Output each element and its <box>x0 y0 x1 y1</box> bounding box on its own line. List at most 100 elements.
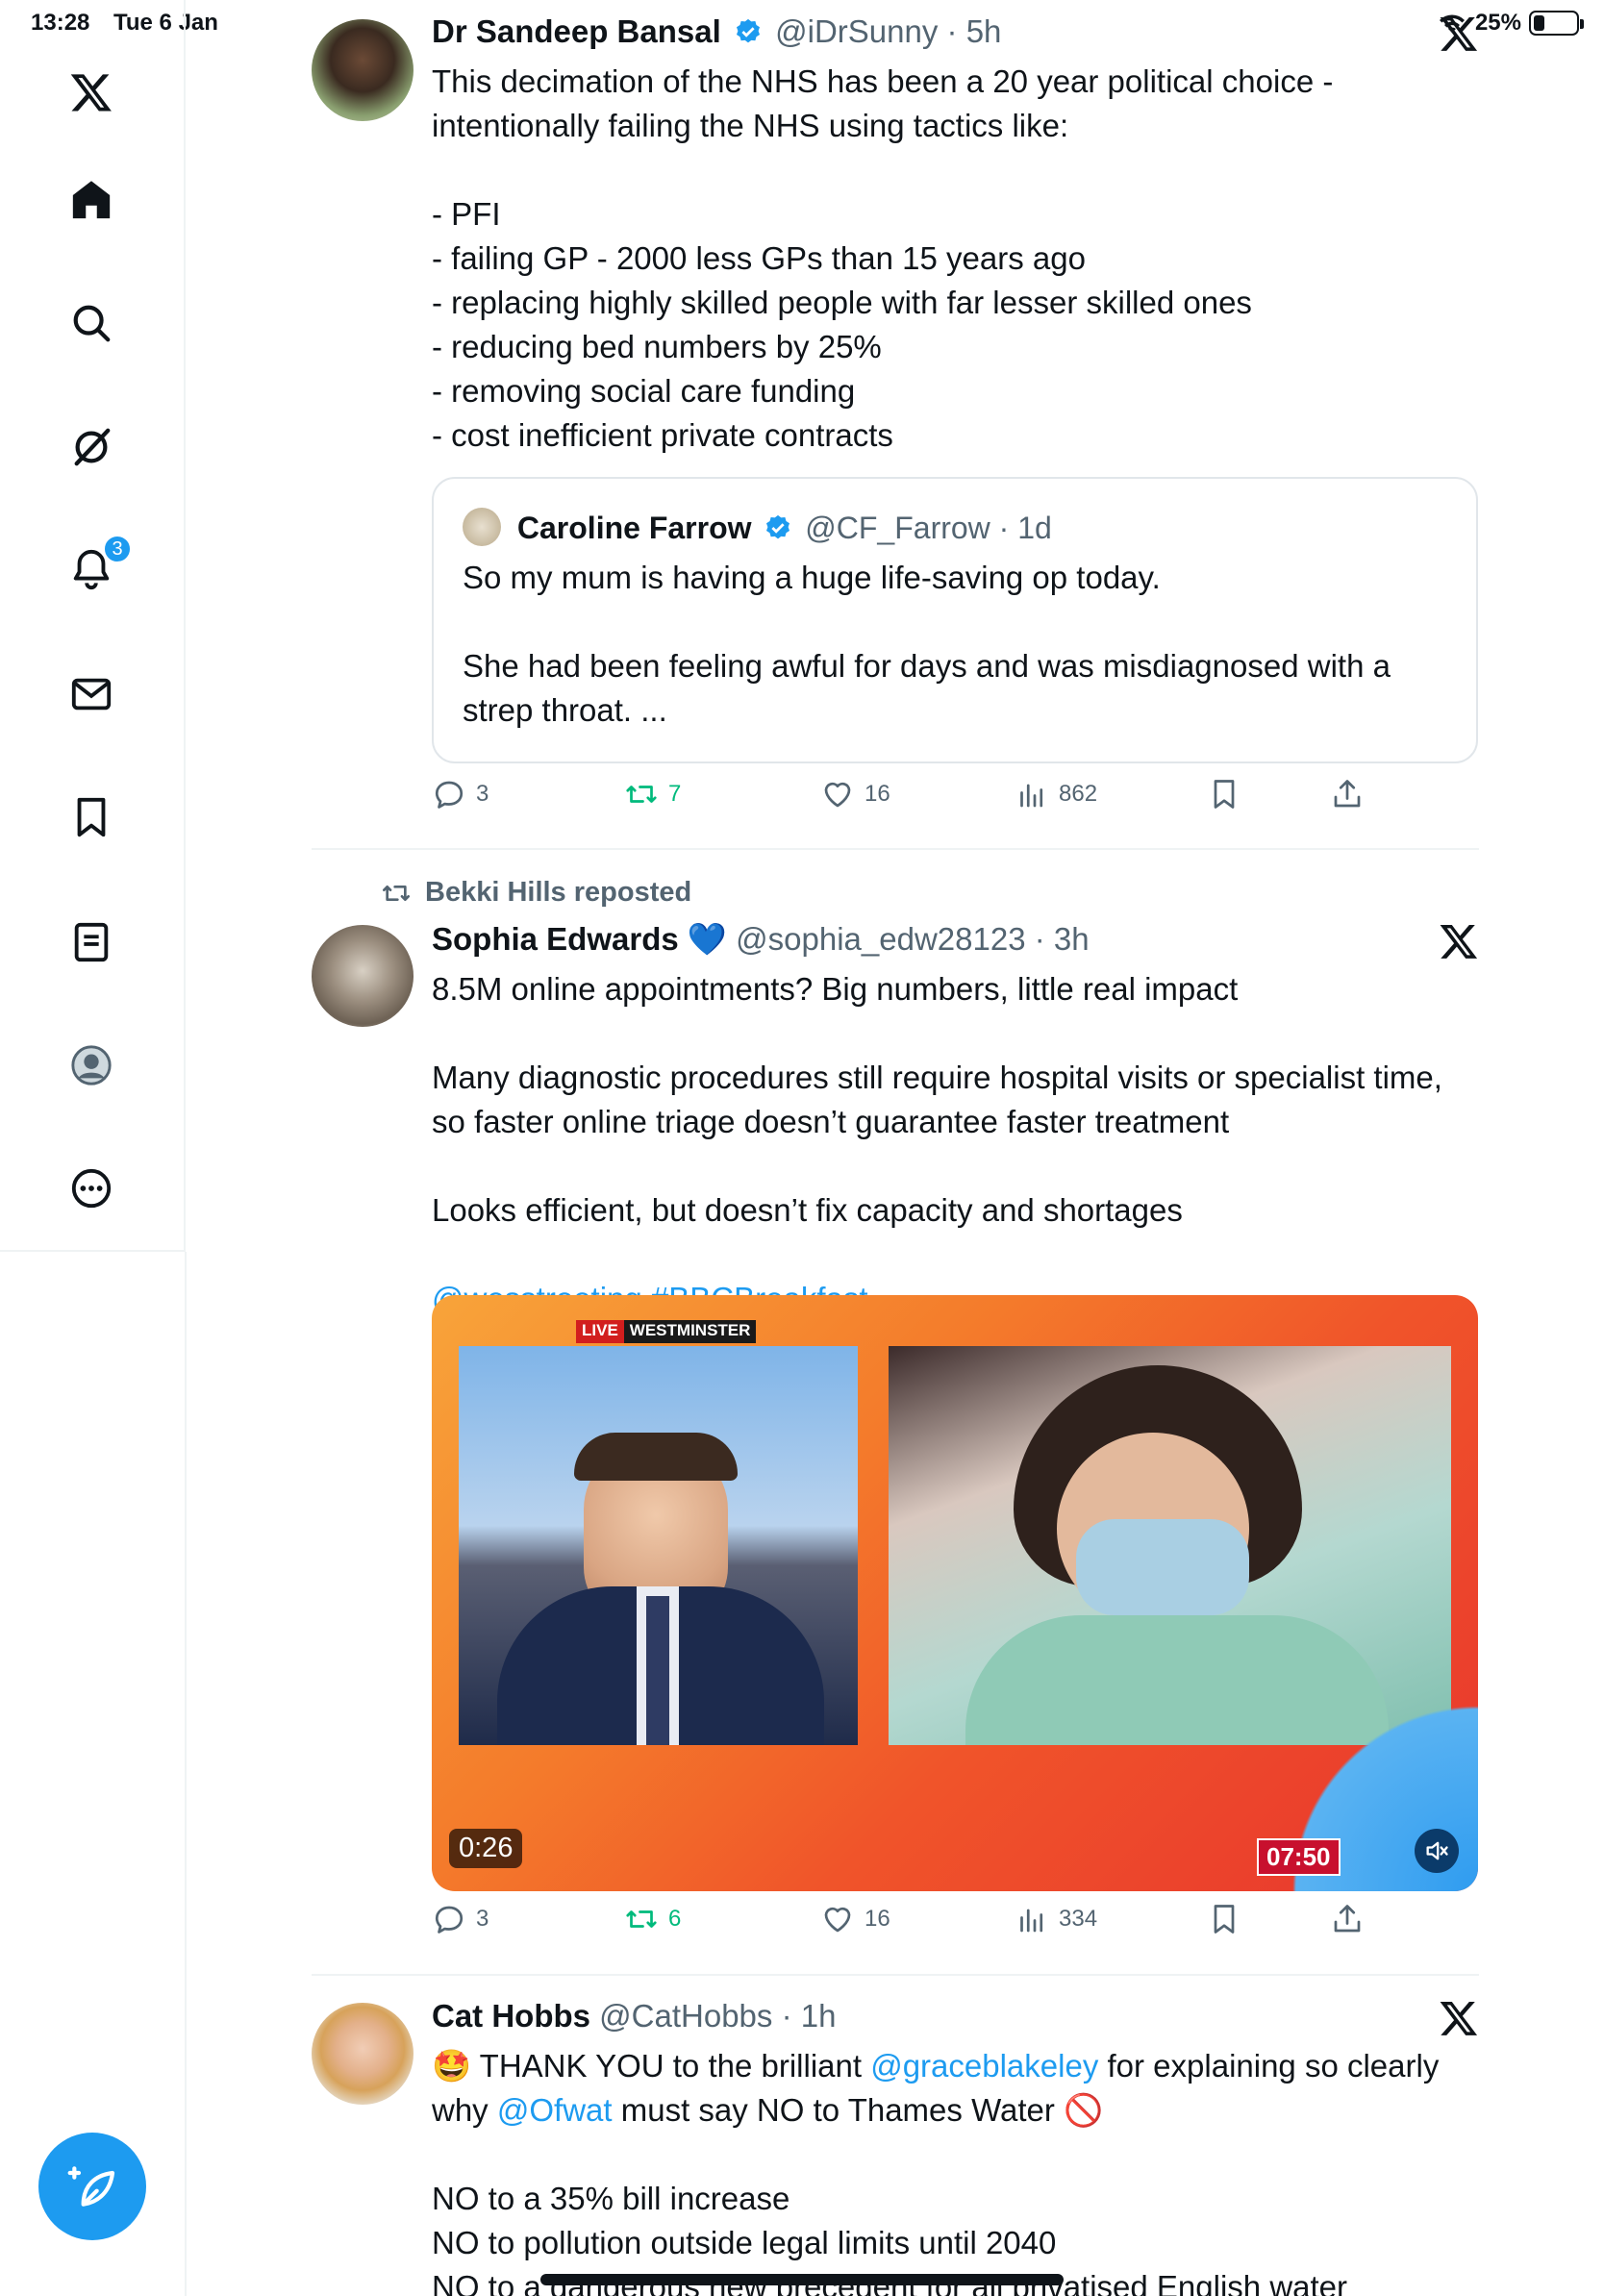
compose-icon <box>67 2166 115 2207</box>
bookmark-icon <box>1214 1905 1235 1934</box>
reply-button[interactable]: 3 <box>432 1902 489 1936</box>
tweet-divider <box>312 848 1479 850</box>
like-count: 16 <box>865 781 890 807</box>
blue-heart-emoji: 💙 <box>687 921 727 957</box>
battery-icon <box>1529 11 1584 36</box>
battery-percent: 25% <box>1474 10 1521 36</box>
notifications-icon[interactable]: 3 <box>61 535 132 600</box>
tweet-header: Dr Sandeep Bansal @iDrSunny · 5h <box>432 13 1001 50</box>
mention-link[interactable]: @graceblakeley <box>870 2048 1098 2084</box>
author-handle[interactable]: @CatHobbs <box>599 1998 772 2034</box>
repost-icon <box>626 786 657 803</box>
repost-icon <box>626 1910 657 1928</box>
reply-icon <box>435 1906 464 1934</box>
author-handle[interactable]: @sophia_edw28123 <box>736 921 1025 957</box>
quoted-avatar <box>463 508 501 546</box>
tweet-text-part: 🤩 THANK YOU to the brilliant <box>432 2048 871 2084</box>
lists-icon[interactable] <box>61 911 122 973</box>
repost-count: 7 <box>668 781 682 807</box>
heart-icon <box>824 1907 851 1933</box>
grok-icon[interactable] <box>61 416 122 478</box>
reply-count: 3 <box>476 1906 489 1932</box>
avatar[interactable] <box>312 19 414 121</box>
bookmark-icon <box>1214 780 1235 809</box>
like-button[interactable]: 16 <box>820 777 890 811</box>
avatar[interactable] <box>312 2003 414 2105</box>
more-icon[interactable] <box>61 1158 122 1219</box>
views-button[interactable]: 334 <box>1015 1902 1097 1936</box>
author-name[interactable]: Dr Sandeep Bansal <box>432 13 721 49</box>
video-panel-left <box>459 1346 858 1745</box>
x-brand-icon <box>1440 17 1478 51</box>
compose-post-button[interactable] <box>38 2133 146 2240</box>
bookmark-button[interactable] <box>1207 1902 1241 1936</box>
repost-count: 6 <box>668 1906 682 1932</box>
video-duration: 0:26 <box>449 1829 523 1868</box>
tweet-text: This decimation of the NHS has been a 20… <box>432 63 1334 453</box>
views-icon <box>1020 1909 1043 1933</box>
location-label: WESTMINSTER <box>623 1320 757 1343</box>
repost-button[interactable]: 6 <box>624 1902 681 1936</box>
home-icon[interactable] <box>61 169 122 231</box>
bookmark-button[interactable] <box>1207 777 1241 811</box>
tweet-text-part: must say NO to Thames Water 🚫 <box>612 2092 1104 2128</box>
tweet-header: Cat Hobbs @CatHobbs · 1h <box>432 1998 836 2034</box>
notification-badge: 3 <box>103 535 132 563</box>
profile-avatar-icon[interactable] <box>61 1035 122 1096</box>
repost-button[interactable]: 7 <box>624 777 681 811</box>
sidebar-divider <box>185 1252 187 2296</box>
repost-context[interactable]: Bekki Hills reposted <box>381 877 691 909</box>
video-panel-right <box>889 1346 1451 1745</box>
quoted-author-name: Caroline Farrow <box>516 511 752 545</box>
author-name[interactable]: Sophia Edwards <box>432 921 679 957</box>
share-icon <box>1334 1905 1361 1933</box>
share-icon <box>1334 780 1361 808</box>
home-indicator[interactable] <box>540 2274 1064 2285</box>
repost-context-label: Bekki Hills reposted <box>425 877 692 908</box>
quoted-tweet-header: Caroline Farrow @CF_Farrow · 1d <box>463 508 1052 546</box>
tweet-divider <box>312 1974 1479 1976</box>
post-time: · 1h <box>781 1998 837 2034</box>
x-brand-icon[interactable] <box>1439 1998 1479 2038</box>
tweet-text: 8.5M online appointments? Big numbers, l… <box>432 971 1442 1228</box>
mention-link[interactable]: @Ofwat <box>497 2092 613 2128</box>
author-handle[interactable]: @iDrSunny <box>775 13 938 49</box>
live-banner: LIVE WESTMINSTER <box>576 1320 757 1343</box>
reply-count: 3 <box>476 781 489 807</box>
x-logo-icon[interactable] <box>61 62 122 123</box>
share-button[interactable] <box>1330 1902 1365 1936</box>
like-button[interactable]: 16 <box>820 1902 890 1936</box>
bookmarks-icon[interactable] <box>61 786 122 848</box>
video-player[interactable]: LIVE WESTMINSTER 0:26 07:50 <box>432 1295 1478 1891</box>
x-brand-icon[interactable] <box>1439 921 1479 961</box>
post-time: · 3h <box>1034 921 1090 957</box>
reply-button[interactable]: 3 <box>432 777 489 811</box>
reply-icon <box>435 781 464 809</box>
quoted-tweet[interactable]: Caroline Farrow @CF_Farrow · 1d So my mu… <box>432 477 1478 763</box>
post-time: · 5h <box>946 13 1002 49</box>
quoted-tweet-text: So my mum is having a huge life-saving o… <box>463 560 1391 728</box>
author-name[interactable]: Cat Hobbs <box>432 1998 590 2034</box>
mute-button[interactable] <box>1415 1829 1459 1873</box>
avatar[interactable] <box>312 925 414 1027</box>
search-icon[interactable] <box>61 292 122 354</box>
broadcast-clock: 07:50 <box>1257 1838 1341 1876</box>
view-count: 862 <box>1059 781 1098 807</box>
quoted-author-handle: @CF_Farrow <box>805 511 990 545</box>
share-button[interactable] <box>1330 777 1365 811</box>
messages-icon[interactable] <box>61 663 122 725</box>
tweet-header: Sophia Edwards 💙 @sophia_edw28123 · 3h <box>432 921 1090 959</box>
verified-badge-icon <box>736 18 760 43</box>
verified-badge-icon <box>766 514 790 539</box>
views-icon <box>1020 784 1043 808</box>
view-count: 334 <box>1059 1906 1098 1932</box>
live-label: LIVE <box>576 1320 624 1343</box>
views-button[interactable]: 862 <box>1015 777 1097 811</box>
speaker-muted-icon <box>1426 1841 1448 1860</box>
like-count: 16 <box>865 1906 890 1932</box>
tweet-actions: 3 6 16 334 <box>432 1902 1480 1950</box>
quoted-post-time: · 1d <box>998 511 1052 545</box>
heart-icon <box>824 782 851 808</box>
repost-icon <box>383 885 410 901</box>
tweet-text: 🤩 THANK YOU to the brilliant @graceblake… <box>432 2044 1480 2133</box>
